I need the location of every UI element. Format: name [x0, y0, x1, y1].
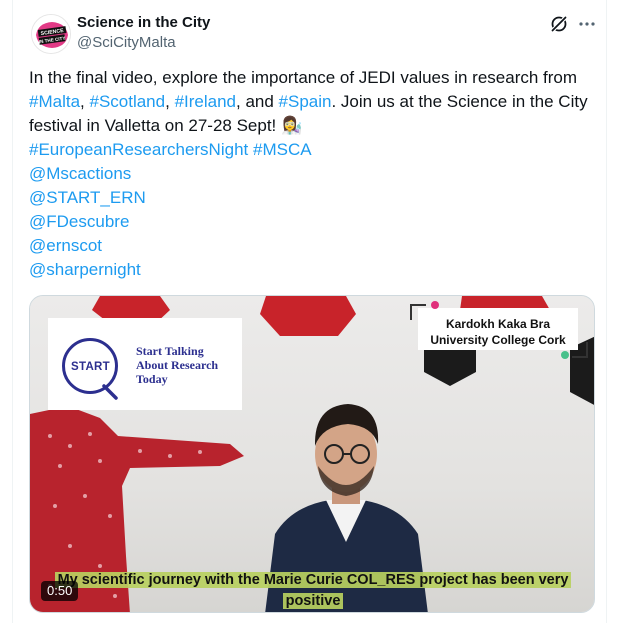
avatar[interactable]: SCIENCE IN THE CITY [31, 14, 71, 54]
tag-corner-bottom-right [572, 342, 588, 358]
video-caption: My scientific journey with the Marie Cur… [38, 570, 588, 612]
mention-mscactions[interactable]: @Mscactions [29, 164, 131, 183]
hashtag-european-researchers-night[interactable]: #EuropeanResearchersNight [29, 140, 248, 159]
scientist-emoji: 👩‍🔬 [281, 116, 303, 135]
video-timer[interactable]: 0:50 [41, 581, 79, 601]
tag-dot-green [561, 351, 569, 359]
grok-icon[interactable] [549, 14, 569, 34]
hashtag-malta[interactable]: #Malta [29, 92, 80, 111]
mention-ernscot[interactable]: @ernscot [29, 236, 102, 255]
tweet-text: In the final video, explore the importan… [29, 66, 595, 282]
start-logo-word: START [71, 361, 110, 373]
speaker-affiliation: University College Cork [430, 333, 566, 347]
mention-fdescubre[interactable]: @FDescubre [29, 212, 129, 231]
mention-start-ern[interactable]: @START_ERN [29, 188, 146, 207]
start-logo-tagline: Start Talking About Research Today [136, 344, 219, 386]
tweet-text-2: , and [236, 92, 279, 111]
hashtag-ireland[interactable]: #Ireland [175, 92, 236, 111]
mention-sharpernight[interactable]: @sharpernight [29, 260, 141, 279]
video-player[interactable]: START Start Talking About Research Today… [29, 295, 595, 613]
science-in-the-city-logo: SCIENCE IN THE CITY [32, 15, 70, 53]
tag-dot-pink [431, 301, 439, 309]
separator: , [165, 92, 175, 111]
more-icon[interactable] [577, 14, 597, 34]
author-name[interactable]: Science in the City [77, 13, 210, 33]
video-caption-text: My scientific journey with the Marie Cur… [54, 572, 572, 609]
speaker-name-tag: Kardokh Kaka Bra University College Cork [418, 308, 578, 350]
tweet-text-1: In the final video, explore the importan… [29, 68, 578, 87]
hashtag-spain[interactable]: #Spain [279, 92, 332, 111]
tag-corner-top-left [410, 304, 426, 320]
speaker-name: Kardokh Kaka Bra [445, 317, 551, 331]
author-handle[interactable]: @SciCityMalta [77, 33, 176, 53]
hashtag-msca[interactable]: #MSCA [253, 140, 312, 159]
magnifier-handle [102, 384, 118, 400]
start-logo-card: START Start Talking About Research Today [48, 318, 242, 410]
hashtag-scotland[interactable]: #Scotland [89, 92, 165, 111]
